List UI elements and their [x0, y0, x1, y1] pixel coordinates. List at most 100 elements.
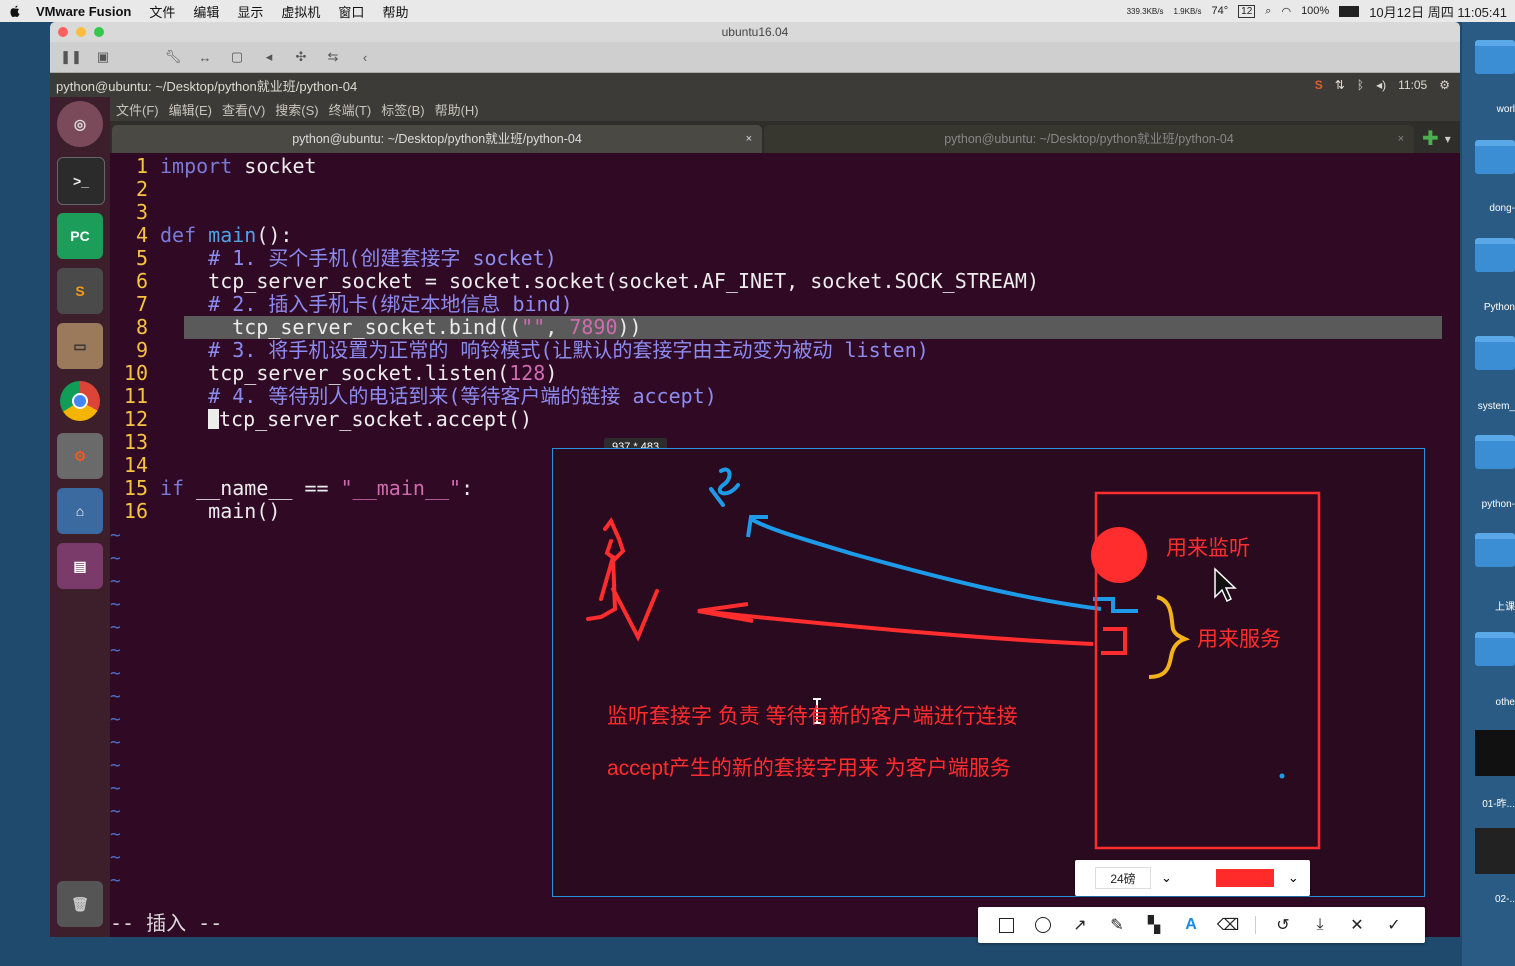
chevron-down-icon[interactable]: ⌄: [1161, 870, 1172, 886]
pycharm-icon[interactable]: PC: [57, 213, 103, 259]
chevron-down-icon[interactable]: ⌄: [1288, 870, 1299, 886]
desktop-folder-label: dong-: [1489, 203, 1515, 214]
empty-line-marker: ~: [110, 640, 121, 661]
tab-menu-icon[interactable]: ▾: [1445, 125, 1451, 153]
new-tab-icon[interactable]: ✚: [1422, 125, 1439, 153]
menu-help[interactable]: 帮助: [382, 2, 408, 21]
font-size-select[interactable]: 24磅: [1095, 867, 1151, 889]
usb-icon[interactable]: ✣: [292, 49, 310, 65]
settings-wrench-icon[interactable]: 🔧︎: [164, 49, 182, 65]
search-icon[interactable]: ⌕: [1265, 5, 1271, 18]
input-method-icon[interactable]: S: [1315, 78, 1323, 92]
term-menu-terminal[interactable]: 终端(T): [329, 100, 372, 119]
term-menu-tabs[interactable]: 标签(B): [381, 100, 424, 119]
rectangle-tool-icon[interactable]: [996, 915, 1016, 935]
term-menu-edit[interactable]: 编辑(E): [169, 100, 212, 119]
confirm-check-icon[interactable]: ✓: [1384, 915, 1404, 935]
menu-view[interactable]: 显示: [237, 2, 263, 21]
terminal-tab[interactable]: python@ubuntu: ~/Desktop/python就业班/pytho…: [764, 125, 1414, 153]
code-line: 1 import socket: [135, 154, 317, 178]
calendar-icon[interactable]: 12: [1238, 4, 1256, 18]
snapshot-icon[interactable]: ▣: [94, 49, 112, 65]
red-scribble-blob: [1091, 527, 1147, 583]
menu-file[interactable]: 文件: [149, 2, 175, 21]
annotation-note-listen-socket: 监听套接字 负责 等待有新的客户端进行连接: [607, 705, 1018, 728]
system-gear-icon[interactable]: ⚙: [1439, 78, 1450, 92]
text-tool-icon[interactable]: A: [1181, 915, 1201, 935]
dash-home-icon[interactable]: ◎: [57, 101, 103, 147]
tab-label: python@ubuntu: ~/Desktop/python就业班/pytho…: [292, 132, 582, 146]
term-menu-file[interactable]: 文件(F): [116, 100, 159, 119]
vim-mode-indicator: -- 插入 --: [110, 911, 223, 935]
tab-close-icon[interactable]: ×: [1398, 125, 1404, 153]
share-icon[interactable]: ⇆: [324, 49, 342, 65]
wifi-icon[interactable]: ◠: [1281, 5, 1291, 18]
terminal-icon[interactable]: >_: [57, 157, 105, 205]
volume-icon[interactable]: ◂): [1376, 78, 1386, 92]
mac-menubar: VMware Fusion 文件 编辑 显示 虚拟机 窗口 帮助 339.3KB…: [0, 0, 1515, 22]
workspace-switcher-icon[interactable]: ▤: [57, 543, 103, 589]
desktop-folder-label: Python: [1483, 302, 1515, 313]
arrow-tool-icon[interactable]: ↗: [1070, 915, 1090, 935]
ellipse-tool-icon[interactable]: [1033, 915, 1053, 935]
apple-icon[interactable]: [8, 4, 22, 18]
battery-percent[interactable]: 100%: [1301, 5, 1329, 17]
desktop-folder-icon[interactable]: [1475, 40, 1515, 86]
color-swatch[interactable]: [1215, 869, 1274, 887]
empty-line-marker: ~: [110, 594, 121, 615]
desktop-folder-icon[interactable]: [1475, 238, 1515, 284]
annotation-serve-label: 用来服务: [1197, 628, 1281, 651]
chrome-icon[interactable]: [57, 378, 103, 424]
sound-icon[interactable]: ◂: [260, 49, 278, 65]
terminal-menubar: 文件(F) 编辑(E) 查看(V) 搜索(S) 终端(T) 标签(B) 帮助(H…: [110, 97, 1460, 121]
bluetooth-icon[interactable]: ᛒ: [1357, 78, 1364, 92]
desktop-folder-label: 上课: [1495, 602, 1515, 613]
temperature-readout[interactable]: 74°: [1212, 5, 1229, 17]
ubuntu-clock[interactable]: 11:05: [1398, 78, 1427, 92]
disk-icon[interactable]: ▢: [228, 49, 246, 65]
menu-app-vmware[interactable]: VMware Fusion: [36, 4, 131, 19]
minimize-window-button[interactable]: [76, 27, 86, 37]
eraser-tool-icon[interactable]: ⌫: [1217, 915, 1240, 935]
files-icon[interactable]: ▭: [57, 323, 103, 369]
undo-icon[interactable]: ↺: [1273, 915, 1293, 935]
terminal-tab-active[interactable]: python@ubuntu: ~/Desktop/python就业班/pytho…: [112, 125, 762, 153]
download-icon[interactable]: ⤓: [1310, 915, 1330, 935]
desktop-folder-icon[interactable]: [1475, 435, 1515, 481]
sublime-text-icon[interactable]: S: [57, 268, 103, 314]
network-icon[interactable]: ↔: [196, 49, 214, 65]
battery-icon[interactable]: [1339, 5, 1360, 17]
clock[interactable]: 10月12日 周四 11:05:41: [1369, 2, 1507, 21]
network-indicator-icon[interactable]: ⇅: [1335, 78, 1345, 92]
desktop-folder-icon[interactable]: [1475, 632, 1515, 678]
cancel-icon[interactable]: ✕: [1347, 915, 1367, 935]
menu-edit[interactable]: 编辑: [193, 2, 219, 21]
trash-icon[interactable]: 🗑︎: [57, 881, 103, 927]
empty-line-marker: ~: [110, 847, 121, 868]
pause-icon[interactable]: ❚❚: [60, 49, 82, 65]
more-icon[interactable]: ‹: [356, 49, 374, 65]
network-app-icon[interactable]: ⌂: [57, 488, 103, 534]
term-menu-view[interactable]: 查看(V): [222, 100, 265, 119]
term-menu-search[interactable]: 搜索(S): [275, 100, 318, 119]
desktop-folder-icon[interactable]: [1475, 533, 1515, 579]
annotation-note-accept-socket: accept产生的新的套接字用来 为客户端服务: [607, 757, 1011, 780]
desktop-folder-icon[interactable]: [1475, 336, 1515, 382]
tab-label: python@ubuntu: ~/Desktop/python就业班/pytho…: [944, 132, 1234, 146]
video-file-icon[interactable]: [1475, 828, 1515, 874]
term-menu-help[interactable]: 帮助(H): [435, 100, 479, 119]
pen-tool-icon[interactable]: ✎: [1107, 915, 1127, 935]
mosaic-tool-icon[interactable]: ▚: [1144, 915, 1164, 935]
screenshot-capture-area[interactable]: 用来监听 用来服务 监听套接字 负责 等待有新的客户端进行连接 accept产生…: [552, 448, 1425, 897]
menu-vm[interactable]: 虚拟机: [281, 2, 320, 21]
empty-line-marker: ~: [110, 709, 121, 730]
code-line: 12 tcp_server_socket.accept(): [123, 407, 533, 431]
zoom-window-button[interactable]: [94, 27, 104, 37]
close-window-button[interactable]: [58, 27, 68, 37]
tab-close-icon[interactable]: ×: [746, 125, 752, 153]
desktop-folder-icon[interactable]: [1475, 140, 1515, 186]
system-settings-icon[interactable]: ⚙: [57, 433, 103, 479]
menu-window[interactable]: 窗口: [338, 2, 364, 21]
video-file-icon[interactable]: [1475, 730, 1515, 776]
ubuntu-window-title: python@ubuntu: ~/Desktop/python就业班/pytho…: [56, 78, 358, 94]
